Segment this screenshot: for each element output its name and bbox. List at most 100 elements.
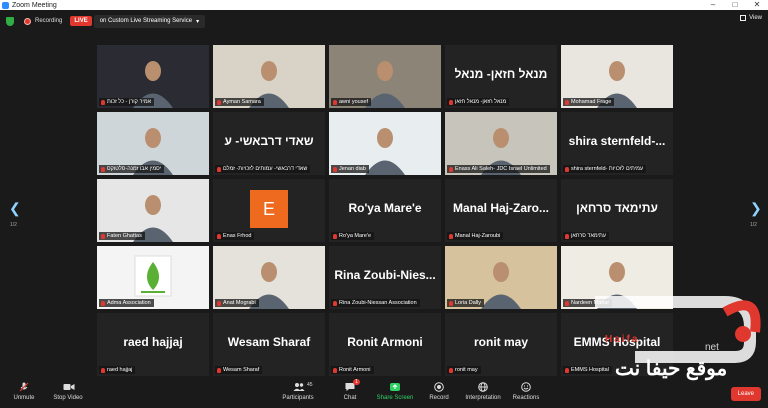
participant-tile[interactable]: Manal Haj-Zaro... Manal Haj-Zaroubi (445, 179, 557, 242)
participant-tile[interactable]: Wesam Sharaf Wesam Sharaf (213, 313, 325, 376)
participant-display-name: עתימאד סרחאן (576, 201, 658, 215)
participant-tile[interactable]: shira sternfeld-... shira sternfeld- עמית… (561, 112, 673, 175)
participant-name-label: Manal Haj-Zaroubi (447, 232, 504, 240)
minimize-button[interactable]: – (702, 0, 724, 10)
participant-name-label: שאדי דרבאשי- עמותים לזכויות- זמלם (215, 165, 311, 173)
participant-tile[interactable]: ronit may ronit may (445, 313, 557, 376)
participant-name-label: אמיר קורן - כל זכות (99, 98, 155, 106)
chevron-down-icon: ▾ (196, 18, 200, 25)
participant-name: Enass Ali Saleh- JDC Israel Unlimited (455, 166, 547, 172)
participant-tile[interactable]: Loria Dally (445, 246, 557, 309)
participant-tile[interactable]: Ro'ya Mare'e Ro'ya Mare'e (329, 179, 441, 242)
participant-name: Enas Frhod (223, 233, 252, 239)
participant-tile[interactable]: שאדי דרבאשי- ע שאדי דרבאשי- עמותים לזכויו… (213, 112, 325, 175)
maximize-button[interactable]: □ (724, 0, 746, 10)
unmute-button[interactable]: Unmute (4, 382, 44, 401)
participant-tile[interactable]: Anat Mograbi (213, 246, 325, 309)
participant-name: Wesam Sharaf (223, 367, 260, 373)
record-icon (434, 382, 444, 392)
interpretation-button[interactable]: Interpretation (463, 382, 503, 401)
participant-display-name: Ronit Armoni (347, 335, 423, 349)
muted-microphone-icon (217, 367, 221, 373)
participant-tile[interactable]: Jenan diab (329, 112, 441, 175)
page-indicator-left: 1/2 (10, 222, 17, 228)
participant-tile[interactable]: awni yousef (329, 45, 441, 108)
muted-microphone-icon (565, 166, 569, 172)
share-screen-button[interactable]: Share Screen (375, 382, 415, 401)
participant-tile[interactable]: יסמין אבו זמנה-סלטוקס (97, 112, 209, 175)
stop-video-label: Stop Video (53, 395, 83, 401)
participant-name: Mohamad Frage (571, 99, 612, 105)
participant-display-name: Manal Haj-Zaro... (452, 201, 550, 215)
zoom-app-icon (2, 1, 9, 9)
participant-name-label: Rina Zoubi-Niessan Association (331, 299, 420, 307)
muted-microphone-icon (565, 300, 569, 306)
muted-microphone-icon (217, 233, 221, 239)
participant-tile[interactable]: אמיר קורן - כל זכות (97, 45, 209, 108)
meeting-topbar: Recording LIVE on Custom Live Streaming … (0, 10, 768, 32)
page-indicator-right: 1/2 (750, 222, 757, 228)
participant-name-label: Ayman Samara (215, 98, 264, 106)
chat-label: Chat (343, 395, 357, 401)
muted-microphone-icon (217, 99, 221, 105)
next-page-icon[interactable]: ❯ (750, 200, 762, 217)
muted-microphone-icon (449, 166, 453, 172)
participant-tile[interactable]: עתימאד סרחאן עתימאד סרחאן (561, 179, 673, 242)
watermark-brand: Haifa (605, 334, 640, 345)
recording-label: Recording (35, 18, 63, 24)
participant-tile[interactable]: raed hajjaj raed hajjaj (97, 313, 209, 376)
participant-name-label: Enass Ali Saleh- JDC Israel Unlimited (447, 165, 550, 173)
interpretation-label: Interpretation (465, 395, 501, 401)
participant-name-label: מנאל חזאן- מנאל חזאן (447, 98, 510, 106)
participant-display-name: Wesam Sharaf (227, 335, 311, 349)
participant-name-label: יסמין אבו זמנה-סלטוקס (99, 165, 165, 173)
participant-name-label: Jenan diab (331, 165, 369, 173)
chat-icon: 1 (345, 379, 360, 392)
unmute-label: Unmute (13, 395, 35, 401)
participants-button[interactable]: 45 Participants (278, 382, 318, 401)
participant-name-label: awni yousef (331, 98, 372, 106)
grid-view-icon (740, 15, 747, 21)
view-button[interactable]: View (740, 15, 762, 21)
muted-microphone-icon (217, 166, 221, 172)
muted-microphone-icon (101, 99, 105, 105)
participant-name-label: Anat Mograbi (215, 299, 259, 307)
reactions-button[interactable]: Reactions (506, 382, 546, 401)
participant-tile[interactable]: Ronit Armoni Ronit Armoni (329, 313, 441, 376)
recording-icon (24, 17, 31, 25)
participant-name-label: Ronit Armoni (331, 366, 374, 374)
chat-button[interactable]: 1 Chat (330, 379, 370, 401)
shield-icon[interactable] (6, 16, 14, 26)
participant-display-name: Rina Zoubi-Nies... (334, 268, 436, 282)
participant-tile[interactable]: Mohamad Frage (561, 45, 673, 108)
participant-tile[interactable]: Ayman Samara (213, 45, 325, 108)
participant-name-label: shira sternfeld- עמיתים לזכויות (563, 165, 647, 173)
participant-name: Loria Dally (455, 300, 481, 306)
participant-tile[interactable]: Enass Ali Saleh- JDC Israel Unlimited (445, 112, 557, 175)
haifa-net-watermark: Haifa net موقع حيفا نت (575, 272, 765, 397)
microphone-muted-icon (19, 382, 29, 392)
participant-avatar: E (250, 190, 288, 228)
stop-video-button[interactable]: Stop Video (48, 382, 88, 401)
participant-name-label: עתימאד סרחאן (563, 232, 610, 240)
close-button[interactable]: ✕ (746, 0, 768, 10)
live-stream-dropdown[interactable]: on Custom Live Streaming Service ▾ (93, 14, 206, 28)
participant-tile[interactable]: מנאל חזאן- מנאל מנאל חזאן- מנאל חזאן (445, 45, 557, 108)
record-button[interactable]: Record (419, 382, 459, 401)
muted-microphone-icon (565, 99, 569, 105)
participant-name-label: Adma Association (99, 299, 154, 307)
globe-icon (478, 382, 488, 392)
participant-tile[interactable]: Faten Ghattas (97, 179, 209, 242)
window-title: Zoom Meeting (12, 1, 57, 9)
muted-microphone-icon (101, 300, 105, 306)
participant-tile[interactable]: E Enas Frhod (213, 179, 325, 242)
participant-name-label: Ro'ya Mare'e (331, 232, 375, 240)
participant-tile[interactable]: Rina Zoubi-Nies... Rina Zoubi-Niessan Ass… (329, 246, 441, 309)
participant-name: shira sternfeld- עמיתים לזכויות (571, 166, 644, 172)
muted-microphone-icon (333, 367, 337, 373)
participant-name: Ayman Samara (223, 99, 261, 105)
participant-tile[interactable]: Adma Association (97, 246, 209, 309)
chat-badge: 1 (353, 379, 360, 385)
previous-page-icon[interactable]: ❮ (9, 200, 21, 217)
live-badge[interactable]: LIVE (70, 16, 92, 26)
